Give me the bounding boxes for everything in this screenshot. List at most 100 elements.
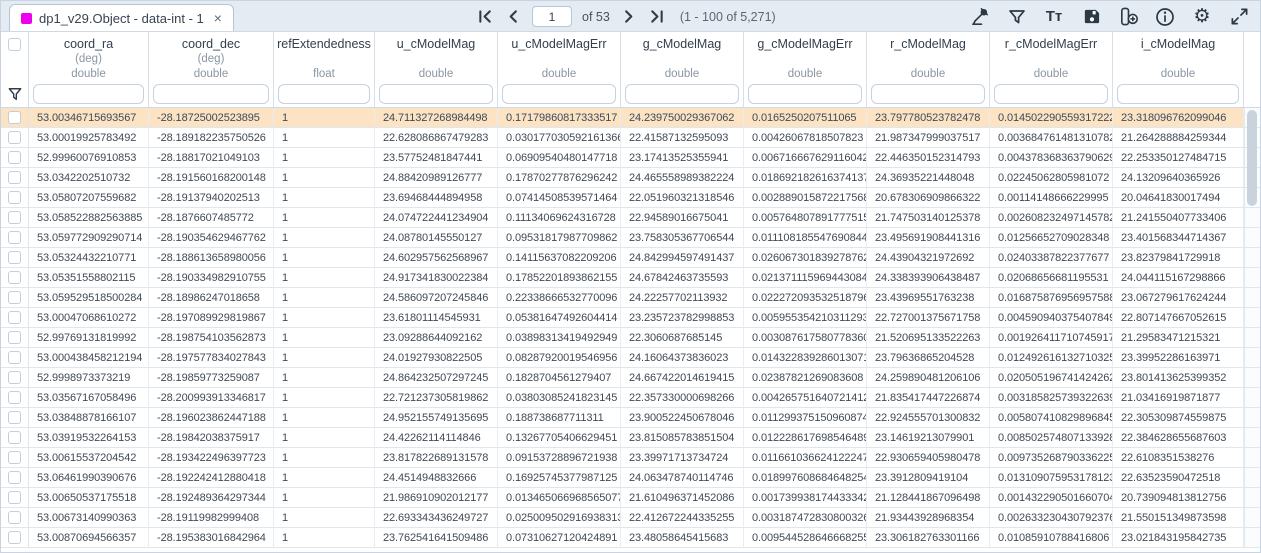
cell-coord_ra[interactable]: 53.00019925783492 (29, 128, 149, 147)
row-checkbox[interactable] (8, 291, 21, 304)
cell-i_cModelMag[interactable]: 22.384628655687603 (1113, 428, 1244, 447)
cell-coord_ra[interactable]: 53.00673140990363 (29, 508, 149, 527)
cell-i_cModelMag[interactable]: 21.03416919871877 (1113, 388, 1244, 407)
cell-g_cModelMag[interactable]: 23.758305367706544 (621, 228, 744, 247)
cell-u_cModelMag[interactable]: 22.721237305819862 (375, 388, 498, 407)
cell-g_cModelMag[interactable]: 24.22257702113932 (621, 288, 744, 307)
cell-refExtendedness[interactable]: 1 (274, 128, 375, 147)
cell-i_cModelMag[interactable]: 24.13209640365926 (1113, 168, 1244, 187)
scrollbar-track[interactable] (1244, 268, 1261, 287)
cell-i_cModelMag[interactable]: 24.044115167298866 (1113, 268, 1244, 287)
cell-i_cModelMag[interactable]: 22.305309874559875 (1113, 408, 1244, 427)
cell-coord_dec[interactable]: -28.191560168200148 (149, 168, 274, 187)
cell-coord_ra[interactable]: 53.03919532264153 (29, 428, 149, 447)
filter-input-i_cModelMag[interactable] (1117, 84, 1239, 104)
table-row[interactable]: 53.00673140990363-28.19119982999408122.6… (1, 508, 1260, 528)
cell-g_cModelMag[interactable]: 24.67842463735593 (621, 268, 744, 287)
cell-coord_dec[interactable]: -28.197089929819867 (149, 308, 274, 327)
cell-r_cModelMag[interactable]: 23.797780523782478 (867, 108, 990, 127)
cell-u_cModelMag[interactable]: 24.602957562568967 (375, 248, 498, 267)
cell-r_cModelMagErr[interactable]: 0.013109075953178123 (990, 468, 1113, 487)
cell-r_cModelMag[interactable]: 24.338393906438487 (867, 268, 990, 287)
cell-refExtendedness[interactable]: 1 (274, 108, 375, 127)
table-row[interactable]: 53.00870694566357-28.195383016842964123.… (1, 528, 1260, 548)
cell-g_cModelMag[interactable]: 22.412672244335255 (621, 508, 744, 527)
page-input[interactable] (532, 6, 572, 27)
cell-u_cModelMag[interactable]: 24.952155749135695 (375, 408, 498, 427)
row-checkbox[interactable] (8, 471, 21, 484)
cell-r_cModelMag[interactable]: 20.678306909866322 (867, 188, 990, 207)
column-header-u_cModelMagErr[interactable]: u_cModelMagErr double (498, 32, 621, 81)
scrollbar-track[interactable] (1244, 468, 1261, 487)
cell-coord_dec[interactable]: -28.189182235750526 (149, 128, 274, 147)
cell-r_cModelMag[interactable]: 21.987347999037517 (867, 128, 990, 147)
prev-page-button[interactable] (504, 8, 522, 26)
cell-coord_ra[interactable]: 53.00870694566357 (29, 528, 149, 547)
cell-i_cModelMag[interactable]: 20.04641830017494 (1113, 188, 1244, 207)
cell-g_cModelMagErr[interactable]: 0.012228617698546489 (744, 428, 867, 447)
cell-coord_ra[interactable]: 53.06461990390676 (29, 468, 149, 487)
filter-input-g_cModelMagErr[interactable] (748, 84, 862, 104)
filter-input-refExtendedness[interactable] (278, 84, 370, 104)
cell-i_cModelMag[interactable]: 22.6108351538276 (1113, 448, 1244, 467)
cell-g_cModelMag[interactable]: 24.063478740114746 (621, 468, 744, 487)
scrollbar-track[interactable] (1244, 348, 1261, 367)
cell-g_cModelMagErr[interactable]: 0.004265751640721412 (744, 388, 867, 407)
cell-coord_ra[interactable]: 53.03567167058496 (29, 388, 149, 407)
cell-coord_dec[interactable]: -28.192489364297344 (149, 488, 274, 507)
scrollbar-track[interactable] (1244, 488, 1261, 507)
cell-coord_ra[interactable]: 53.00047068610272 (29, 308, 149, 327)
table-row[interactable]: 53.03567167058496-28.200993913346817122.… (1, 388, 1260, 408)
filter-input-r_cModelMagErr[interactable] (994, 84, 1108, 104)
cell-u_cModelMag[interactable]: 23.762541641509486 (375, 528, 498, 547)
cell-u_cModelMagErr[interactable]: 0.07310627120424891 (498, 528, 621, 547)
cell-i_cModelMag[interactable]: 22.253350127484715 (1113, 148, 1244, 167)
cell-refExtendedness[interactable]: 1 (274, 468, 375, 487)
scrollbar-track[interactable] (1244, 508, 1261, 527)
cell-g_cModelMagErr[interactable]: 0.011299375150960874 (744, 408, 867, 427)
cell-refExtendedness[interactable]: 1 (274, 148, 375, 167)
cell-coord_ra[interactable]: 53.05807207559682 (29, 188, 149, 207)
cell-u_cModelMagErr[interactable]: 0.03803085241823145 (498, 388, 621, 407)
cell-u_cModelMag[interactable]: 23.09288644092162 (375, 328, 498, 347)
filter-row-icon[interactable] (1, 81, 29, 107)
cell-g_cModelMagErr[interactable]: 0.0165250207511065 (744, 108, 867, 127)
cell-g_cModelMagErr[interactable]: 0.0031874728308003268 (744, 508, 867, 527)
cell-u_cModelMag[interactable]: 23.817822689131578 (375, 448, 498, 467)
filter-icon[interactable] (1006, 6, 1028, 28)
cell-r_cModelMag[interactable]: 22.446350152314793 (867, 148, 990, 167)
cell-i_cModelMag[interactable]: 23.401568344714367 (1113, 228, 1244, 247)
cell-u_cModelMag[interactable]: 24.864232507297245 (375, 368, 498, 387)
cell-coord_dec[interactable]: -28.190354629467762 (149, 228, 274, 247)
cell-r_cModelMagErr[interactable]: 0.02068656681195531 (990, 268, 1113, 287)
cell-g_cModelMag[interactable]: 22.357330000698266 (621, 388, 744, 407)
cell-r_cModelMagErr[interactable]: 0.02245062805981072 (990, 168, 1113, 187)
cell-coord_dec[interactable]: -28.190334982910755 (149, 268, 274, 287)
cell-refExtendedness[interactable]: 1 (274, 308, 375, 327)
cell-coord_ra[interactable]: 53.05324432210771 (29, 248, 149, 267)
table-row[interactable]: 52.99769131819992-28.198754103562873123.… (1, 328, 1260, 348)
cell-g_cModelMagErr[interactable]: 0.009544528646668255 (744, 528, 867, 547)
filter-input-u_cModelMagErr[interactable] (502, 84, 616, 104)
cell-u_cModelMagErr[interactable]: 0.09531817987709862 (498, 228, 621, 247)
cell-refExtendedness[interactable]: 1 (274, 428, 375, 447)
cell-i_cModelMag[interactable]: 23.801413625399352 (1113, 368, 1244, 387)
cell-r_cModelMagErr[interactable]: 0.004378368363790629 (990, 148, 1113, 167)
cell-r_cModelMagErr[interactable]: 0.01085910788416806 (990, 528, 1113, 547)
cell-coord_ra[interactable]: 53.058522882563885 (29, 208, 149, 227)
cell-coord_ra[interactable]: 53.00615537204542 (29, 448, 149, 467)
cell-g_cModelMagErr[interactable]: 0.002889015872217568 (744, 188, 867, 207)
settings-icon[interactable]: ⚙ (1191, 6, 1213, 28)
cell-r_cModelMag[interactable]: 23.3912809419104 (867, 468, 990, 487)
cell-coord_dec[interactable]: -28.188613658980056 (149, 248, 274, 267)
row-checkbox[interactable] (8, 391, 21, 404)
filter-input-g_cModelMag[interactable] (625, 84, 739, 104)
cell-g_cModelMag[interactable]: 23.900522450678046 (621, 408, 744, 427)
table-row[interactable]: 53.06461990390676-28.192242412880418124.… (1, 468, 1260, 488)
cell-u_cModelMagErr[interactable]: 0.14115637082209206 (498, 248, 621, 267)
cell-g_cModelMag[interactable]: 21.610496371452086 (621, 488, 744, 507)
table-tab[interactable]: dp1_v29.Object - data-int - 1 × (9, 4, 234, 31)
cell-refExtendedness[interactable]: 1 (274, 288, 375, 307)
cell-g_cModelMagErr[interactable]: 0.005955354210311293 (744, 308, 867, 327)
table-row[interactable]: 53.059772909290714-28.190354629467762124… (1, 228, 1260, 248)
